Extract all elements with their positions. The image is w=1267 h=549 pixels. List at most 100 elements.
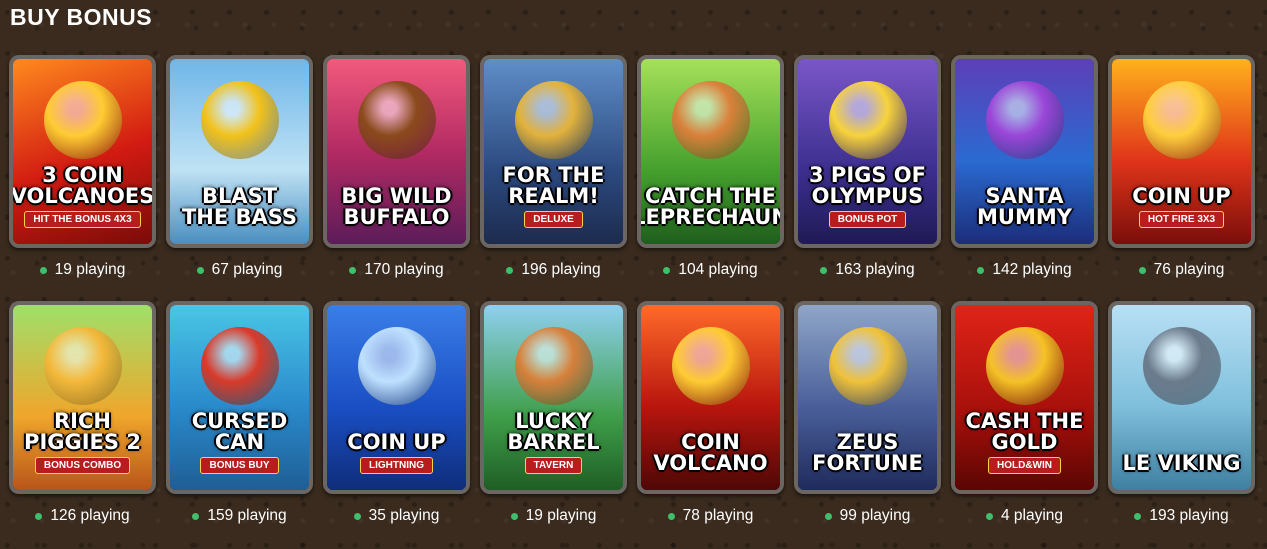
player-count: 19 playing — [510, 507, 597, 525]
game-row: 3 COIN VOLCANOES HIT the BONUS 4x3 19 play… — [9, 55, 1259, 279]
game-card[interactable]: COIN VOLCANO 78 playing — [637, 301, 784, 525]
game-title: SANTA MUMMY — [977, 184, 1072, 229]
player-count: 193 playing — [1134, 507, 1229, 525]
player-count-label: 104 playing — [678, 261, 758, 278]
game-art: RICH PIGGIES 2 BONUS COMBO — [13, 305, 152, 490]
online-dot-icon — [349, 266, 357, 274]
game-thumbnail[interactable]: CURSED CAN BONUS BUY — [166, 301, 313, 494]
coin-icon — [1142, 81, 1221, 159]
game-subtitle: LIGHTNING — [360, 457, 433, 474]
player-count: 35 playing — [353, 507, 440, 525]
player-count: 4 playing — [985, 507, 1064, 525]
player-count-label: 35 playing — [368, 507, 440, 524]
game-card[interactable]: CATCH THE LEPRECHAUN 104 playing — [637, 55, 784, 279]
game-art: SANTA MUMMY — [955, 59, 1094, 244]
player-count-label: 19 playing — [525, 507, 597, 524]
game-card[interactable]: SANTA MUMMY 142 playing — [951, 55, 1098, 279]
player-count-label: 159 playing — [207, 507, 287, 524]
online-dot-icon — [353, 512, 361, 520]
game-title: CASH THE GOLD — [965, 409, 1084, 454]
player-count: 19 playing — [39, 261, 125, 279]
buffalo-icon — [357, 81, 436, 159]
game-thumbnail[interactable]: CASH THE GOLD HOLD&WIN — [951, 301, 1098, 494]
game-art: COIN UP HOT FIRE 3X3 — [1112, 59, 1251, 244]
game-title: COIN UP — [347, 430, 446, 454]
online-dot-icon — [1134, 512, 1142, 520]
player-count-label: 78 playing — [682, 507, 754, 524]
game-card[interactable]: 3 PIGS OF OLYMPUS BONUS POT 163 playing — [794, 55, 941, 279]
game-card[interactable]: ZEUS FORTUNE 99 playing — [794, 301, 941, 525]
player-count: 196 playing — [506, 261, 601, 279]
player-count-label: 142 playing — [992, 261, 1072, 278]
volcano-icon — [671, 327, 750, 405]
section-title: BUY BONUS — [10, 4, 153, 30]
game-art: 3 COIN VOLCANOES HIT the BONUS 4x3 — [13, 59, 152, 244]
online-dot-icon — [824, 512, 832, 520]
game-subtitle: DELUXE — [524, 211, 583, 228]
game-card[interactable]: LUCKY BARREL TAVERN 19 playing — [480, 301, 627, 525]
game-grid: 3 COIN VOLCANOES HIT the BONUS 4x3 19 play… — [9, 55, 1259, 525]
online-dot-icon — [1138, 266, 1146, 274]
barrel-icon — [514, 327, 593, 405]
player-count: 142 playing — [977, 261, 1072, 279]
game-art: BIG WILD BUFFALO — [327, 59, 466, 244]
game-art: LUCKY BARREL TAVERN — [484, 305, 623, 490]
gold-coin-icon — [985, 327, 1064, 405]
game-title: 3 COIN VOLCANOES — [10, 163, 155, 208]
game-card[interactable]: CURSED CAN BONUS BUY 159 playing — [166, 301, 313, 525]
player-count-label: 67 playing — [211, 261, 283, 278]
player-count-label: 163 playing — [835, 261, 915, 278]
online-dot-icon — [196, 266, 204, 274]
game-card[interactable]: BLAST THE BASS 67 playing — [166, 55, 313, 279]
game-thumbnail[interactable]: BIG WILD BUFFALO — [323, 55, 470, 248]
online-dot-icon — [667, 512, 675, 520]
game-thumbnail[interactable]: ZEUS FORTUNE — [794, 301, 941, 494]
player-count-label: 4 playing — [1000, 507, 1064, 524]
game-card[interactable]: LE VIKING 193 playing — [1108, 301, 1255, 525]
player-count: 67 playing — [196, 261, 283, 279]
game-thumbnail[interactable]: LUCKY BARREL TAVERN — [480, 301, 627, 494]
game-card[interactable]: 3 COIN VOLCANOES HIT the BONUS 4x3 19 play… — [9, 55, 156, 279]
game-title: LUCKY BARREL — [507, 409, 600, 454]
game-thumbnail[interactable]: LE VIKING — [1108, 301, 1255, 494]
game-row: RICH PIGGIES 2 BONUS COMBO 126 playing CURS… — [9, 301, 1259, 525]
game-title: RICH PIGGIES 2 — [24, 409, 141, 454]
game-thumbnail[interactable]: RICH PIGGIES 2 BONUS COMBO — [9, 301, 156, 494]
game-thumbnail[interactable]: 3 COIN VOLCANOES HIT the BONUS 4x3 — [9, 55, 156, 248]
online-dot-icon — [506, 266, 514, 274]
game-art: ZEUS FORTUNE — [798, 305, 937, 490]
online-dot-icon — [39, 266, 47, 274]
game-card[interactable]: RICH PIGGIES 2 BONUS COMBO 126 playing — [9, 301, 156, 525]
game-card[interactable]: COIN UP HOT FIRE 3X3 76 playing — [1108, 55, 1255, 279]
player-count: 159 playing — [192, 507, 287, 525]
game-title: FOR THE REALM! — [502, 163, 605, 208]
game-art: COIN UP LIGHTNING — [327, 305, 466, 490]
game-thumbnail[interactable]: SANTA MUMMY — [951, 55, 1098, 248]
game-card[interactable]: COIN UP LIGHTNING 35 playing — [323, 301, 470, 525]
game-card[interactable]: CASH THE GOLD HOLD&WIN 4 playing — [951, 301, 1098, 525]
game-thumbnail[interactable]: COIN UP LIGHTNING — [323, 301, 470, 494]
game-thumbnail[interactable]: COIN VOLCANO — [637, 301, 784, 494]
game-subtitle: TAVERN — [524, 457, 583, 474]
game-card[interactable]: FOR THE REALM! DELUXE 196 playing — [480, 55, 627, 279]
game-art: LE VIKING — [1112, 305, 1251, 490]
game-thumbnail[interactable]: BLAST THE BASS — [166, 55, 313, 248]
game-subtitle: HIT the BONUS 4x3 — [24, 211, 141, 228]
player-count: 78 playing — [667, 507, 754, 525]
game-thumbnail[interactable]: CATCH THE LEPRECHAUN — [637, 55, 784, 248]
online-dot-icon — [663, 266, 671, 274]
online-dot-icon — [985, 512, 993, 520]
game-subtitle: BONUS BUY — [200, 457, 279, 474]
game-thumbnail[interactable]: COIN UP HOT FIRE 3X3 — [1108, 55, 1255, 248]
watering-can-icon — [200, 327, 279, 405]
game-thumbnail[interactable]: 3 PIGS OF OLYMPUS BONUS POT — [794, 55, 941, 248]
game-card[interactable]: BIG WILD BUFFALO 170 playing — [323, 55, 470, 279]
game-title: BIG WILD BUFFALO — [341, 184, 452, 229]
game-art: BLAST THE BASS — [170, 59, 309, 244]
game-title: 3 PIGS OF OLYMPUS — [809, 163, 926, 208]
game-thumbnail[interactable]: FOR THE REALM! DELUXE — [480, 55, 627, 248]
online-dot-icon — [820, 266, 828, 274]
coin-icon — [357, 327, 436, 405]
game-art: CURSED CAN BONUS BUY — [170, 305, 309, 490]
player-count: 170 playing — [349, 261, 444, 279]
